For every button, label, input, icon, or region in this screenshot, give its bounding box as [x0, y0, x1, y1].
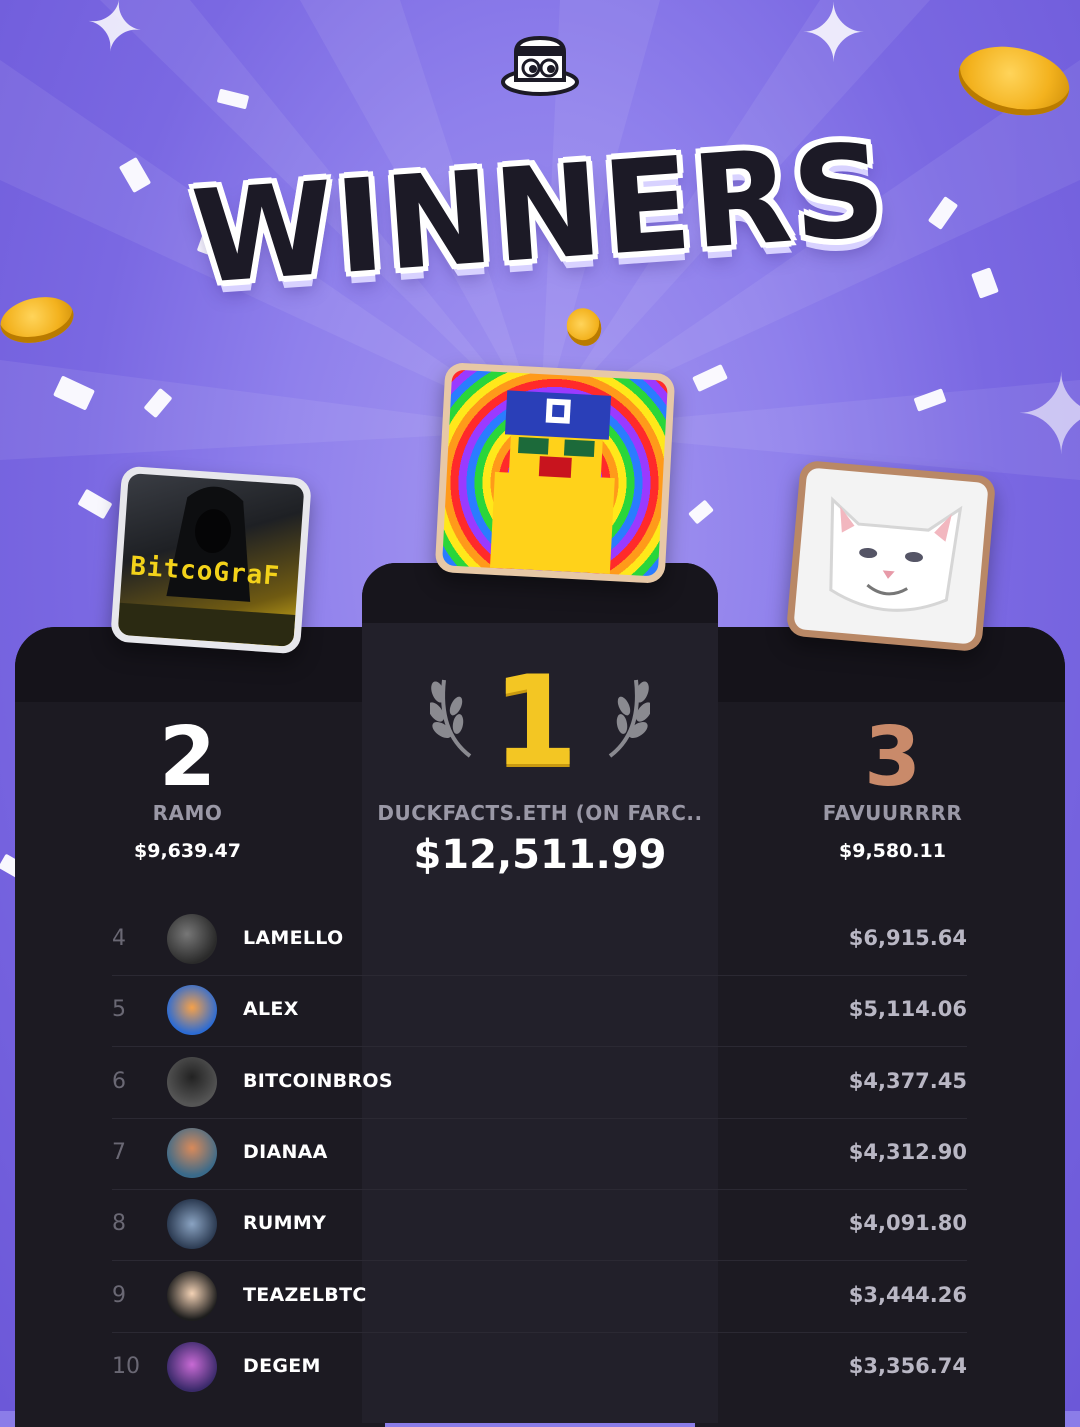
player-name: BITCOINBROS	[243, 1069, 393, 1092]
player-name: TEAZELBTC	[243, 1283, 367, 1306]
player-name: DIANAA	[243, 1140, 328, 1163]
rank-number: 4	[112, 926, 126, 951]
player-name: RUMMY	[243, 1212, 327, 1235]
laurel-right-icon	[608, 679, 650, 758]
rank-number: 6	[112, 1068, 126, 1094]
pixel-duck-image	[489, 390, 615, 575]
laurel-left-icon	[430, 679, 472, 758]
player-amount: $3,444.26	[848, 1282, 967, 1307]
rank-number: 7	[112, 1139, 126, 1165]
avatar[interactable]	[167, 985, 217, 1036]
top-hat-mascot-icon	[501, 35, 579, 96]
rank-number: 8	[112, 1211, 126, 1237]
player-name: ALEX	[243, 998, 299, 1021]
rank-second: 2	[158, 710, 217, 805]
avatar-first-place[interactable]	[434, 362, 676, 584]
table-row[interactable]: 8 RUMMY $4,091.80	[112, 1189, 967, 1262]
player-amount: $5,114.06	[848, 997, 967, 1022]
table-row[interactable]: 7 DIANAA $4,312.90	[112, 1118, 967, 1190]
table-row[interactable]: 6 BITCOINBROS $4,377.45	[112, 1047, 967, 1119]
avatar-third-place[interactable]	[785, 459, 997, 653]
player-amount: $6,915.64	[848, 926, 967, 950]
winner-name-first: DUCKFACTS.ETH (ON FARC..	[377, 801, 703, 825]
avatar[interactable]	[167, 1341, 217, 1392]
player-amount: $4,091.80	[848, 1211, 967, 1236]
sparkle-icon: ✦	[78, 0, 151, 73]
player-amount: $4,377.45	[848, 1068, 967, 1093]
table-row[interactable]: 4 LAMELLO $6,915.64	[112, 904, 967, 976]
player-name: LAMELLO	[243, 927, 344, 949]
white-cat-image	[829, 496, 963, 612]
rank-number: 10	[112, 1353, 140, 1379]
table-row[interactable]: 5 ALEX $5,114.06	[112, 975, 967, 1048]
sparkle-icon: ✦	[800, 0, 868, 80]
table-row[interactable]: 9 TEAZELBTC $3,444.26	[112, 1261, 967, 1333]
rank-third: 3	[863, 710, 922, 805]
rank-number: 9	[112, 1282, 126, 1308]
rank-first: 1	[491, 650, 579, 794]
player-amount: $3,356.74	[848, 1353, 967, 1378]
player-name: DEGEM	[243, 1354, 321, 1377]
player-amount: $4,312.90	[848, 1139, 967, 1164]
avatar[interactable]	[167, 1056, 217, 1107]
winner-amount-second: $9,639.47	[134, 840, 241, 862]
winner-amount-third: $9,580.11	[839, 840, 946, 862]
winner-name-third: FAVUURRRR	[822, 801, 963, 825]
avatar[interactable]	[167, 1199, 217, 1250]
avatar-second-place[interactable]: BitcoGraF	[110, 465, 312, 655]
rank-number: 5	[112, 997, 126, 1023]
winner-name-second: RAMO	[152, 801, 223, 825]
sparkle-icon: ✦	[1015, 351, 1080, 479]
avatar[interactable]	[167, 914, 217, 964]
winner-amount-first: $12,511.99	[413, 832, 667, 878]
avatar[interactable]	[167, 1270, 217, 1321]
table-row[interactable]: 10 DEGEM $3,356.74	[112, 1332, 967, 1403]
avatar[interactable]	[167, 1127, 217, 1178]
